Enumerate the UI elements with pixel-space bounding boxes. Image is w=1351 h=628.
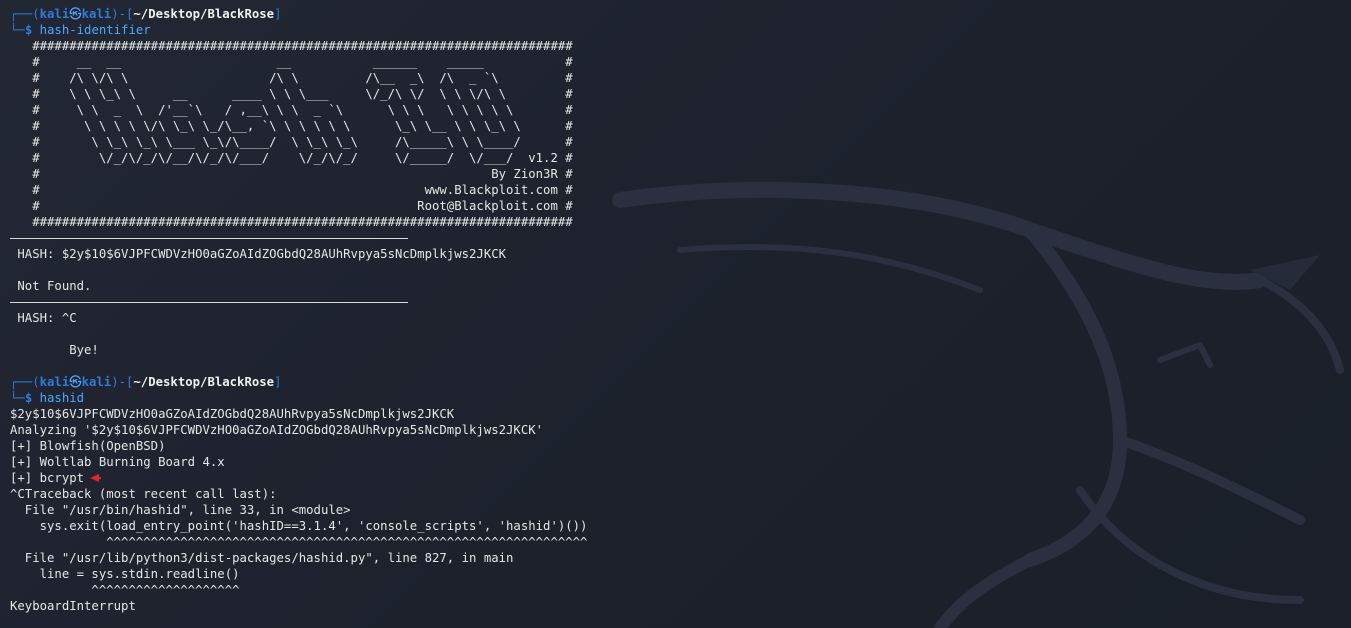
traceback-line: ^CTraceback (most recent call last):	[10, 487, 277, 501]
analyzing-line: Analyzing '$2y$10$6VJPFCWDVzHO0aGZoAIdZO…	[10, 423, 544, 437]
terminal-output: ┌──(kali㉿kali)-[~/Desktop/BlackRose] └─$…	[10, 6, 587, 614]
traceback-line: sys.exit(load_entry_point('hashID==3.1.4…	[10, 519, 588, 533]
banner-line: ########################################…	[10, 39, 573, 53]
keyboard-interrupt-line: KeyboardInterrupt	[10, 599, 136, 613]
traceback-line: ^^^^^^^^^^^^^^^^^^^^^^^^^^^^^^^^^^^^^^^^…	[10, 535, 588, 549]
result-not-found: Not Found.	[10, 279, 92, 293]
prompt-at-symbol: ㉿	[69, 375, 82, 389]
prompt-line: ┌──(kali㉿kali)-[~/Desktop/BlackRose]	[10, 6, 587, 22]
prompt-close: ]	[274, 375, 282, 389]
banner-line: # \/_/\/_/\/__/\/_/\/___/ \/_/\/_/ \/___…	[10, 151, 573, 165]
banner-line: # \ \ _ \ /'__`\ / ,__\ \ \ _ `\ \ \ \ \…	[10, 103, 573, 117]
hashid-input-line: $2y$10$6VJPFCWDVzHO0aGZoAIdZOGbdQ28AUhRv…	[10, 407, 455, 421]
prompt-host: kali	[81, 375, 112, 389]
prompt-close: ]	[274, 7, 282, 21]
prompt-user: kali	[39, 375, 70, 389]
prompt-corner: ┌──(	[10, 375, 40, 389]
banner-line: # \ \_\ \_\ \___ \_\/\____/ \ \_\ \_\ /\…	[10, 135, 573, 149]
prompt-dollar: $	[24, 23, 33, 37]
banner-line: # \ \ \_\ \ __ ____ \ \ \___ \/_/\ \/ \ …	[10, 87, 573, 101]
traceback-line: File "/usr/bin/hashid", line 33, in <mod…	[10, 503, 351, 517]
prompt-corner: ┌──(	[10, 7, 40, 21]
result-line: [+] Blowfish(OpenBSD)	[10, 439, 166, 453]
traceback-line: line = sys.stdin.readline()	[10, 567, 240, 581]
prompt-corner-bottom: └─	[10, 23, 25, 37]
prompt-corner-bottom: └─	[10, 391, 25, 405]
prompt-separator: )-[	[111, 375, 134, 389]
command-text: hashid	[39, 391, 85, 405]
banner-line: # By Zion3R #	[10, 167, 573, 181]
prompt-user: kali	[39, 7, 70, 21]
bye-message: Bye!	[10, 343, 99, 357]
banner-line: # Root@Blackploit.com #	[10, 199, 573, 213]
terminal-window[interactable]: ┌──(kali㉿kali)-[~/Desktop/BlackRose] └─$…	[0, 0, 1351, 628]
prompt-path: ~/Desktop/BlackRose	[133, 7, 275, 21]
separator-line	[10, 230, 587, 246]
result-line-bcrypt: [+] bcrypt	[10, 470, 587, 486]
kali-dragon-icon	[612, 182, 1344, 628]
prompt-at-symbol: ㉿	[69, 7, 82, 21]
command-line[interactable]: └─$ hashid	[10, 390, 587, 406]
traceback-line: ^^^^^^^^^^^^^^^^^^^^	[10, 583, 240, 597]
command-text: hash-identifier	[39, 23, 151, 37]
separator-line	[10, 294, 587, 310]
banner-line: # /\ \/\ \ /\ \ /\__ _\ /\ _ `\ #	[10, 71, 573, 85]
prompt-host: kali	[81, 7, 112, 21]
prompt-line: ┌──(kali㉿kali)-[~/Desktop/BlackRose]	[10, 374, 587, 390]
hash-ctrl-c-line: HASH: ^C	[10, 311, 77, 325]
prompt-dollar: $	[24, 391, 33, 405]
command-line[interactable]: └─$ hash-identifier	[10, 22, 587, 38]
banner-line: ########################################…	[10, 215, 573, 229]
banner-line: # www.Blackploit.com #	[10, 183, 573, 197]
banner-line: # \ \ \ \ \/\ \_\ \_/\__, `\ \ \ \ \ \ \…	[10, 119, 573, 133]
hash-input-line: HASH: $2y$10$6VJPFCWDVzHO0aGZoAIdZOGbdQ2…	[10, 247, 507, 261]
red-arrow-icon	[90, 474, 102, 482]
result-line: [+] Woltlab Burning Board 4.x	[10, 455, 225, 469]
banner-line: # __ __ __ ______ _____ #	[10, 55, 573, 69]
prompt-path: ~/Desktop/BlackRose	[133, 375, 275, 389]
prompt-separator: )-[	[111, 7, 134, 21]
result-text: [+] bcrypt	[10, 471, 85, 485]
traceback-line: File "/usr/lib/python3/dist-packages/has…	[10, 551, 514, 565]
